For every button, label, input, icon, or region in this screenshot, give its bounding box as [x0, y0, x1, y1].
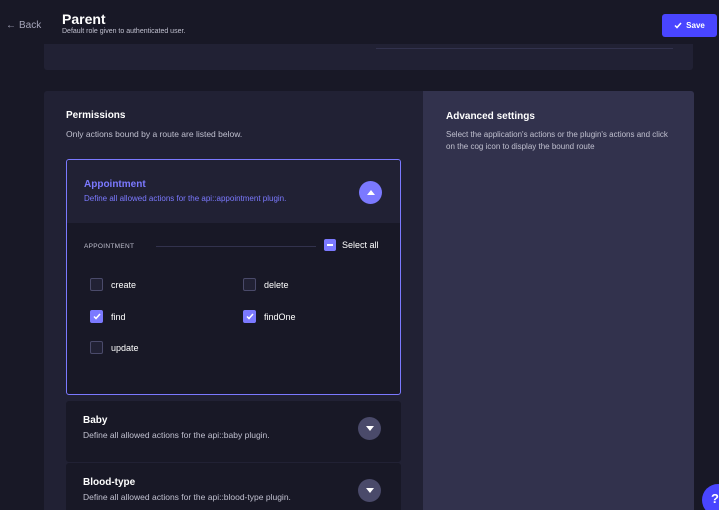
accordion-title: Blood-type: [83, 477, 136, 488]
permissions-panel: Permissions Only actions bound by a rout…: [44, 91, 423, 510]
advanced-settings-panel: Advanced settings Select the application…: [423, 91, 694, 510]
accordion-title: Appointment: [84, 179, 146, 190]
accordion-description: Define all allowed actions for the api::…: [83, 430, 270, 440]
accordion-description: Define all allowed actions for the api::…: [84, 194, 287, 203]
permissions-title: Permissions: [66, 110, 126, 121]
check-icon: [674, 22, 682, 29]
help-button[interactable]: ?: [702, 484, 719, 510]
role-details-card: [44, 44, 693, 70]
check-icon: [92, 313, 101, 320]
checkbox-box: [90, 341, 103, 354]
checkbox-delete[interactable]: delete: [243, 278, 289, 291]
checkbox-box: [90, 278, 103, 291]
page-title: Parent: [62, 11, 106, 27]
back-label: Back: [19, 20, 42, 31]
section-divider: [156, 246, 316, 247]
checkbox-label: update: [111, 342, 139, 353]
section-label: APPOINTMENT: [84, 243, 135, 250]
expand-button[interactable]: [358, 417, 381, 440]
checkbox-label: create: [111, 279, 137, 290]
chevron-down-icon: [365, 488, 374, 493]
checkbox-create[interactable]: create: [90, 278, 136, 291]
check-icon: [245, 313, 254, 320]
checkbox-label: find: [111, 311, 126, 322]
accordion-description: Define all allowed actions for the api::…: [83, 492, 291, 502]
accordion-baby[interactable]: Baby Define all allowed actions for the …: [66, 401, 401, 462]
back-link[interactable]: ← Back: [6, 20, 41, 31]
accordion-header[interactable]: Appointment Define all allowed actions f…: [67, 160, 400, 223]
advanced-settings-title: Advanced settings: [446, 111, 535, 122]
checkbox-box-checked: [90, 310, 103, 323]
select-all-checkbox[interactable]: Select all: [324, 239, 379, 251]
chevron-down-icon: [365, 426, 374, 431]
save-label: Save: [686, 21, 705, 30]
permissions-card: Permissions Only actions bound by a rout…: [44, 91, 694, 510]
advanced-settings-description: Select the application's actions or the …: [446, 130, 668, 151]
checkbox-label: delete: [264, 279, 289, 290]
checkbox-box-checked: [243, 310, 256, 323]
header: ← Back Parent Default role given to auth…: [0, 0, 719, 44]
expand-button[interactable]: [358, 479, 381, 502]
checkbox-box: [243, 278, 256, 291]
divider: [376, 48, 673, 49]
collapse-button[interactable]: [359, 181, 382, 204]
checkbox-label: findOne: [264, 311, 296, 322]
checkbox-findone[interactable]: findOne: [243, 310, 296, 323]
accordion-blood-type[interactable]: Blood-type Define all allowed actions fo…: [66, 463, 401, 510]
checkbox-update[interactable]: update: [90, 341, 139, 354]
select-all-label: Select all: [342, 240, 379, 250]
permissions-description: Only actions bound by a route are listed…: [66, 129, 243, 139]
save-button[interactable]: Save: [662, 14, 717, 37]
accordion-title: Baby: [83, 415, 108, 426]
checkbox-find[interactable]: find: [90, 310, 126, 323]
arrow-left-icon: ←: [6, 20, 16, 31]
accordion-appointment: Appointment Define all allowed actions f…: [66, 159, 401, 395]
indeterminate-checkbox-icon: [324, 239, 336, 251]
page-subtitle: Default role given to authenticated user…: [62, 28, 186, 35]
chevron-up-icon: [366, 190, 375, 195]
